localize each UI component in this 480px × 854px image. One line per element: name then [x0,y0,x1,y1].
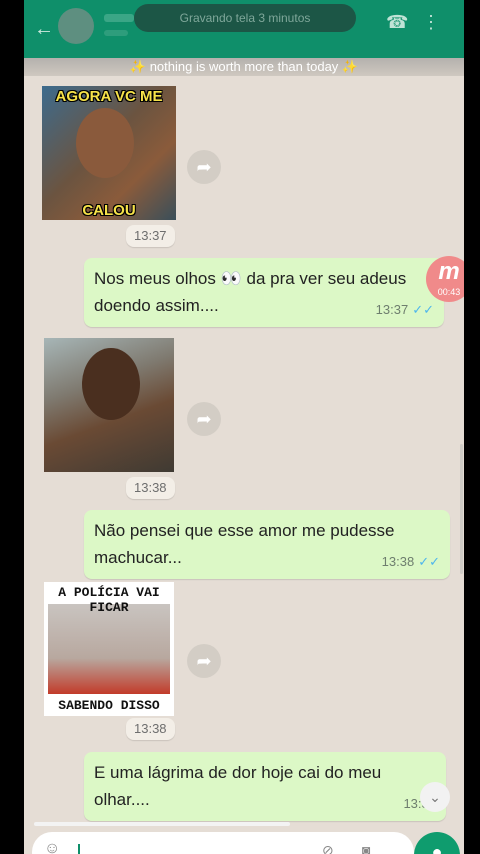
read-ticks-icon: ✓✓ [418,554,440,569]
chat-screen: ← Gravando tela 3 minutos ☎ ⋮ ✨ nothing … [24,0,464,854]
caption-banner: ✨ nothing is worth more than today ✨ [24,58,464,76]
sticker-message[interactable] [44,338,174,472]
outgoing-message[interactable]: E uma lágrima de dor hoje cai do meu olh… [84,752,446,821]
sparkle-icon: ✨ [129,59,147,74]
chevron-down-icon[interactable]: ⌄ [420,782,450,812]
mic-icon[interactable]: ● [414,832,460,854]
more-icon[interactable]: ⋮ [422,12,440,33]
screen-recording-pill: Gravando tela 3 minutos [134,4,356,32]
banner-text: nothing is worth more than today [149,59,339,74]
phone-icon[interactable]: ☎ [386,12,408,33]
outgoing-message[interactable]: Não pensei que esse amor me pudesse mach… [84,510,450,579]
scroll-indicator[interactable] [460,444,463,574]
sticker-bottom-caption: CALOU [82,202,136,219]
message-text: E uma lágrima de dor hoje cai do meu olh… [94,763,382,809]
contact-name-blurred[interactable] [104,14,134,22]
message-time: 13:37 [375,302,409,317]
read-ticks-icon: ✓✓ [412,302,434,317]
sticker-bottom-caption: SABENDO DISSO [58,698,160,713]
sticker-face [82,348,140,420]
sparkle-icon: ✨ [341,59,359,74]
sticker-time: 13:37 [126,225,175,247]
camera-icon[interactable]: ◙ [362,842,370,854]
emoji-icon[interactable]: ☺ [44,840,60,854]
outgoing-message[interactable]: Nos meus olhos 👀 da pra ver seu adeus do… [84,258,444,327]
sticker-face [76,108,134,178]
sticker-top-caption: AGORA VC ME [55,88,163,105]
message-text: Não pensei que esse amor me pudesse mach… [94,521,395,567]
recorder-time: 00:43 [437,287,461,297]
sticker-top-caption: A POLÍCIA VAI FICAR [58,585,160,615]
message-time: 13:38 [381,554,415,569]
input-divider [34,822,290,826]
sticker-message[interactable]: AGORA VC ME CALOU [42,86,176,222]
chat-header: ← Gravando tela 3 minutos ☎ ⋮ [24,0,464,58]
contact-status-blurred [104,30,128,36]
recorder-logo: m [438,258,460,285]
arrow-left-icon[interactable]: ← [34,18,54,41]
forward-icon[interactable]: ➦ [187,644,221,678]
attach-icon[interactable]: ⊘ [322,842,334,854]
sticker-message[interactable]: A POLÍCIA VAI FICAR SABENDO DISSO [44,582,174,716]
contact-avatar[interactable] [58,8,94,44]
forward-icon[interactable]: ➦ [187,150,221,184]
recorder-badge[interactable]: m 00:43 [426,256,464,302]
message-meta: 13:37 ✓✓ [376,296,434,323]
text-cursor [78,844,80,854]
forward-icon[interactable]: ➦ [187,402,221,436]
sticker-time: 13:38 [126,477,175,499]
message-text: Nos meus olhos 👀 da pra ver seu adeus do… [94,269,407,315]
sticker-scene [48,604,170,694]
sticker-time: 13:38 [126,718,175,740]
message-input[interactable]: ☺ ⊘ ◙ [32,832,414,854]
message-meta: 13:38 ✓✓ [382,548,440,575]
